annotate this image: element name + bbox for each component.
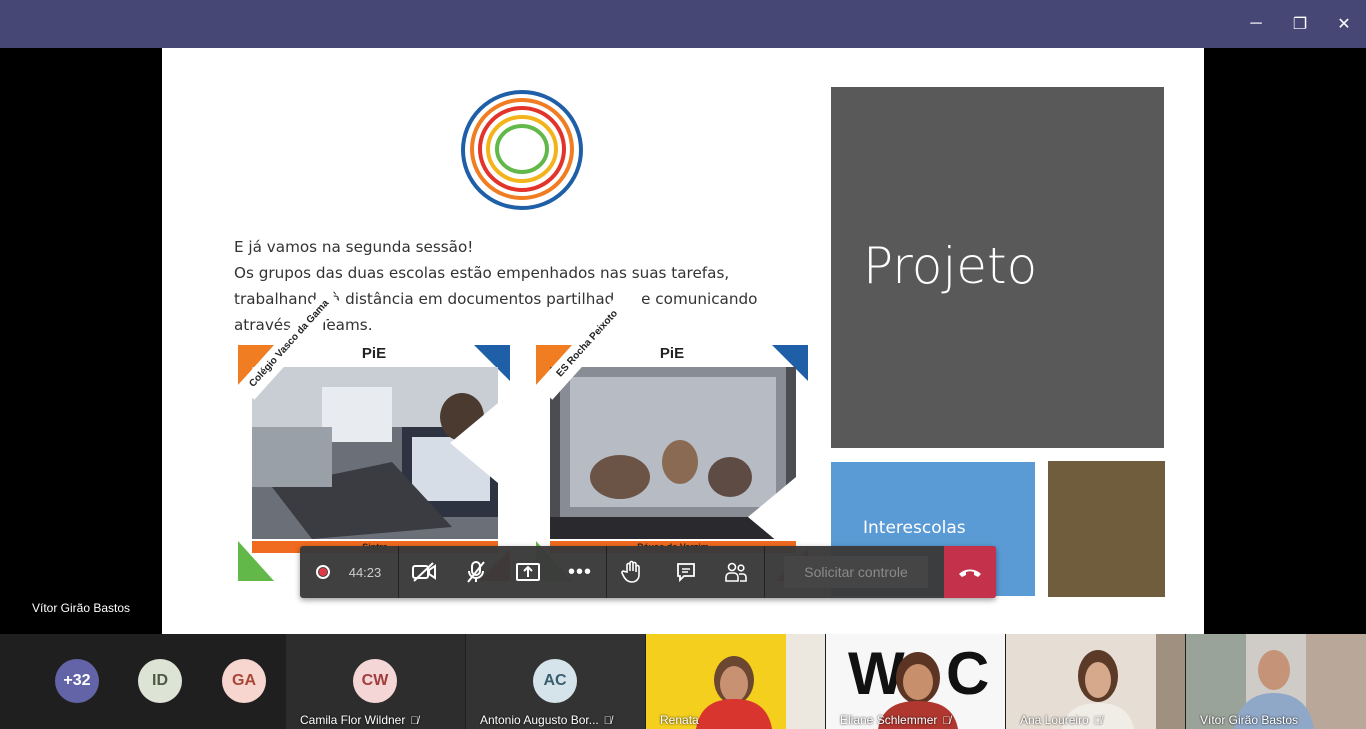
participant-name: Camila Flor Wildner 🎙̸ [300, 713, 419, 727]
classroom-photo [550, 367, 796, 539]
participant-name: Renata [660, 713, 699, 727]
close-button[interactable]: ✕ [1322, 0, 1366, 48]
classroom-photo [252, 367, 498, 539]
participant-video-tile[interactable]: Vítor Girão Bastos [1186, 634, 1366, 729]
divider [764, 546, 765, 598]
presenter-name-label: Vítor Girão Bastos [32, 601, 131, 615]
share-tray-icon[interactable] [510, 546, 546, 598]
call-controls-bar: 44:23 ••• Solicitar controle [300, 546, 996, 598]
participant-video-tile[interactable]: Renata [646, 634, 825, 729]
minimize-button[interactable]: ─ [1234, 0, 1278, 48]
maximize-button[interactable]: ❐ [1278, 0, 1322, 48]
participant-video-tile[interactable]: W C Eliane Schlemmer 🎙̸ [826, 634, 1005, 729]
raise-hand-icon[interactable] [614, 546, 650, 598]
projeto-title: Projeto [863, 237, 1038, 295]
chat-icon[interactable] [668, 546, 704, 598]
participant-name: Ana Loureiro 🎙̸ [1020, 713, 1102, 727]
more-participants-badge[interactable]: +32 [55, 659, 99, 703]
participant-avatar[interactable]: GA [222, 659, 266, 703]
divider [398, 546, 399, 598]
participant-name: Antonio Augusto Bor... 🎙̸ [480, 713, 613, 727]
teams-meeting-window: ─ ❐ ✕ Vítor Girão Bastos E já vamos na s… [0, 0, 1366, 729]
divider [606, 546, 607, 598]
record-icon [310, 546, 336, 598]
mic-off-icon: 🎙̸ [942, 715, 951, 727]
participant-avatar[interactable]: ID [138, 659, 182, 703]
rings-logo [461, 90, 583, 210]
mic-off-icon: 🎙̸ [410, 715, 419, 727]
request-control-button[interactable]: Solicitar controle [784, 556, 928, 588]
more-actions-icon[interactable]: ••• [562, 546, 598, 598]
participant-strip: +32 ID GA CW Camila Flor Wildner 🎙̸ AC An… [0, 634, 1366, 729]
call-timer: 44:23 [348, 564, 382, 580]
participant-name: Vítor Girão Bastos [1200, 713, 1299, 727]
photo-notch [450, 403, 498, 483]
participant-tile[interactable]: AC Antonio Augusto Bor... 🎙̸ [466, 634, 645, 729]
title-bar: ─ ❐ ✕ [0, 0, 1366, 48]
participant-avatar: AC [533, 659, 577, 703]
interescolas-label: Interescolas [863, 518, 966, 538]
svg-text:C: C [946, 640, 989, 707]
mic-off-icon: 🎙̸ [1093, 715, 1102, 727]
hang-up-icon[interactable] [944, 546, 996, 598]
brown-tile [1048, 461, 1165, 597]
photo-notch [748, 477, 796, 539]
participant-avatar: CW [353, 659, 397, 703]
participant-tile[interactable]: CW Camila Flor Wildner 🎙̸ [286, 634, 465, 729]
slide-text-line: E já vamos na segunda sessão! [234, 238, 474, 256]
participant-video-tile[interactable]: Ana Loureiro 🎙̸ [1006, 634, 1185, 729]
participants-icon[interactable] [718, 546, 754, 598]
mic-off-icon[interactable] [458, 546, 494, 598]
mic-off-icon: 🎙̸ [603, 715, 613, 727]
projeto-tile: Projeto [831, 87, 1164, 448]
participant-name: Eliane Schlemmer 🎙̸ [840, 713, 951, 727]
camera-off-icon[interactable] [406, 546, 442, 598]
